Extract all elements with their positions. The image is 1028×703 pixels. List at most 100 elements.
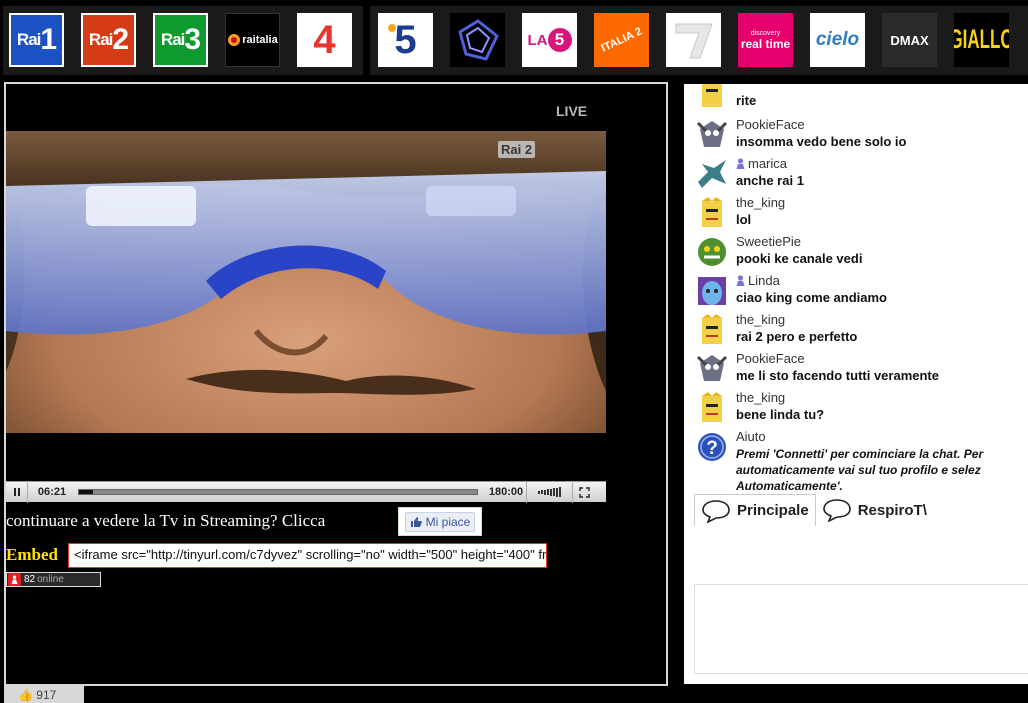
thumbs-up-icon [410,516,422,527]
video-letterbox-top [6,86,606,131]
chat-username-label: marica [748,156,788,171]
chat-message: the_king rai 2 pero e perfetto [696,312,1028,350]
raitalia-logo-icon [228,34,241,46]
channel-rete4[interactable]: 4 [297,13,352,67]
chat-message: Linda ciao king come andiamo [696,273,1028,311]
chat-message-text: ciao king come andiamo [736,290,887,305]
chat-username[interactable]: PookieFace [736,351,805,366]
like-button-label: Mi piace [425,514,471,529]
channel-realtime[interactable]: discovery real time [738,13,793,67]
bottom-like-widget[interactable]: 👍 917 [4,686,84,703]
channel-cielo-label: cielo [815,29,860,50]
user-status-icon [736,158,745,169]
chat-username[interactable]: SweetiePie [736,234,801,249]
chat-message: the_king bene linda tu? [696,390,1028,428]
channel-rai1-label: Rai [16,30,41,49]
channel-cielo[interactable]: cielo [810,13,865,67]
seek-bar-progress [79,490,93,494]
volume-icon[interactable] [526,481,572,503]
chat-message-text: lol [736,212,752,227]
avatar-dragon-icon [698,160,726,188]
video-frame[interactable]: Rai 2 [6,131,606,433]
channel-rai2-number: 2 [112,23,129,56]
channel-watermark: Rai 2 [498,141,536,158]
chat-username[interactable]: the_king [736,390,785,405]
online-count: 82 [24,574,36,585]
channel-group-others: 5 LA 5 ITALIA 2 discovery real time ciel… [370,6,1028,75]
chat-message: PookieFace me li sto facendo tutti veram… [696,351,1028,389]
current-time: 06:21 [37,486,67,498]
channel-rai2[interactable]: Rai 2 [81,13,136,67]
seek-bar[interactable] [78,489,478,495]
channel-dmax-label: DMAX [890,32,929,48]
channel-rai3-number: 3 [184,23,201,56]
facebook-like-button[interactable]: Mi piace [398,507,482,536]
help-icon: ? [698,433,726,461]
channel-raitalia[interactable]: raitalia [225,13,280,67]
chat-username[interactable]: PookieFace [736,117,805,132]
channel-italia1[interactable] [450,13,505,67]
channel-rete4-label: 4 [313,17,336,62]
channel-la5-prefix: LA [527,31,548,49]
chat-message-text: insomma vedo bene solo io [736,134,907,149]
channel-italia2[interactable]: ITALIA 2 [594,13,649,67]
channel-realtime-top-label: discovery [750,29,781,37]
channel-realtime-label: real time [740,36,791,51]
chat-message-text: rite [736,93,757,108]
channel-la7[interactable] [666,13,721,67]
tab-respirot[interactable]: RespiroT\ [815,494,933,526]
chat-username[interactable]: the_king [736,312,785,327]
chat-username[interactable]: the_king [736,195,785,210]
chat-message-text: anche rai 1 [736,173,804,188]
embed-code-field[interactable]: <iframe src="http://tinyurl.com/c7dyvez"… [68,543,547,568]
channel-giallo[interactable]: GIALLO [954,13,1009,67]
channel-canale5[interactable]: 5 [378,13,433,67]
chat-message-text: pooki ke canale vedi [736,251,863,266]
player-controls: 06:21 180:00 [6,481,606,503]
bottom-like-count: 917 [36,688,57,702]
avatar-green-monster-icon [698,238,726,266]
chat-help-text: Premi 'Connetti' per cominciare la chat.… [736,447,984,493]
tab-respirot-label: RespiroT\ [857,501,927,519]
channel-rai3[interactable]: Rai 3 [153,13,208,67]
chat-username[interactable]: Linda [736,273,780,288]
fullscreen-icon[interactable] [572,481,596,503]
speech-bubble-icon [702,499,730,523]
channel-group-rai: Rai 1 Rai 2 Rai 3 raitalia 4 [3,6,363,75]
tab-principale-label: Principale [737,502,809,519]
avatar-yellow-icon [702,314,722,344]
channel-rai2-label: Rai [88,30,113,49]
canale5-flower-icon [388,24,396,32]
video-still-image [6,131,606,433]
video-letterbox-bottom [6,433,606,481]
chat-message: marica anche rai 1 [696,156,1028,194]
channel-la5-badge: 5 [547,28,572,52]
avatar-robot-icon [696,355,728,381]
avatar-yellow-icon [702,197,722,227]
channel-dmax[interactable]: DMAX [882,13,937,67]
la7-logo-icon [675,23,713,59]
channel-italia2-label: ITALIA 2 [599,25,644,55]
chat-tabs: Principale RespiroT\ [694,494,933,526]
chat-input-area[interactable] [694,584,1028,674]
chat-username-label: Linda [748,273,780,288]
live-label: LIVE [556,103,588,119]
chat-message: rite [696,84,1028,113]
chat-message: the_king lol [696,195,1028,233]
tab-principale[interactable]: Principale [694,494,816,526]
chat-help-message: ? Aiuto Premi 'Connetti' per cominciare … [696,429,1028,493]
user-status-icon [736,275,745,286]
italia1-logo-icon [457,19,499,61]
speech-bubble-icon [822,499,851,522]
channel-rai1-number: 1 [40,23,57,56]
chat-username[interactable]: marica [736,156,787,171]
pause-button[interactable] [6,481,28,503]
channel-raitalia-label: raitalia [242,34,278,46]
channel-la5[interactable]: LA 5 [522,13,577,67]
online-user-icon [8,573,21,586]
online-label: online [37,574,64,585]
channel-rai1[interactable]: Rai 1 [9,13,64,67]
embed-label: Embed [6,545,58,564]
svg-text:?: ? [706,438,718,459]
online-counter[interactable]: 82 online [6,572,101,587]
